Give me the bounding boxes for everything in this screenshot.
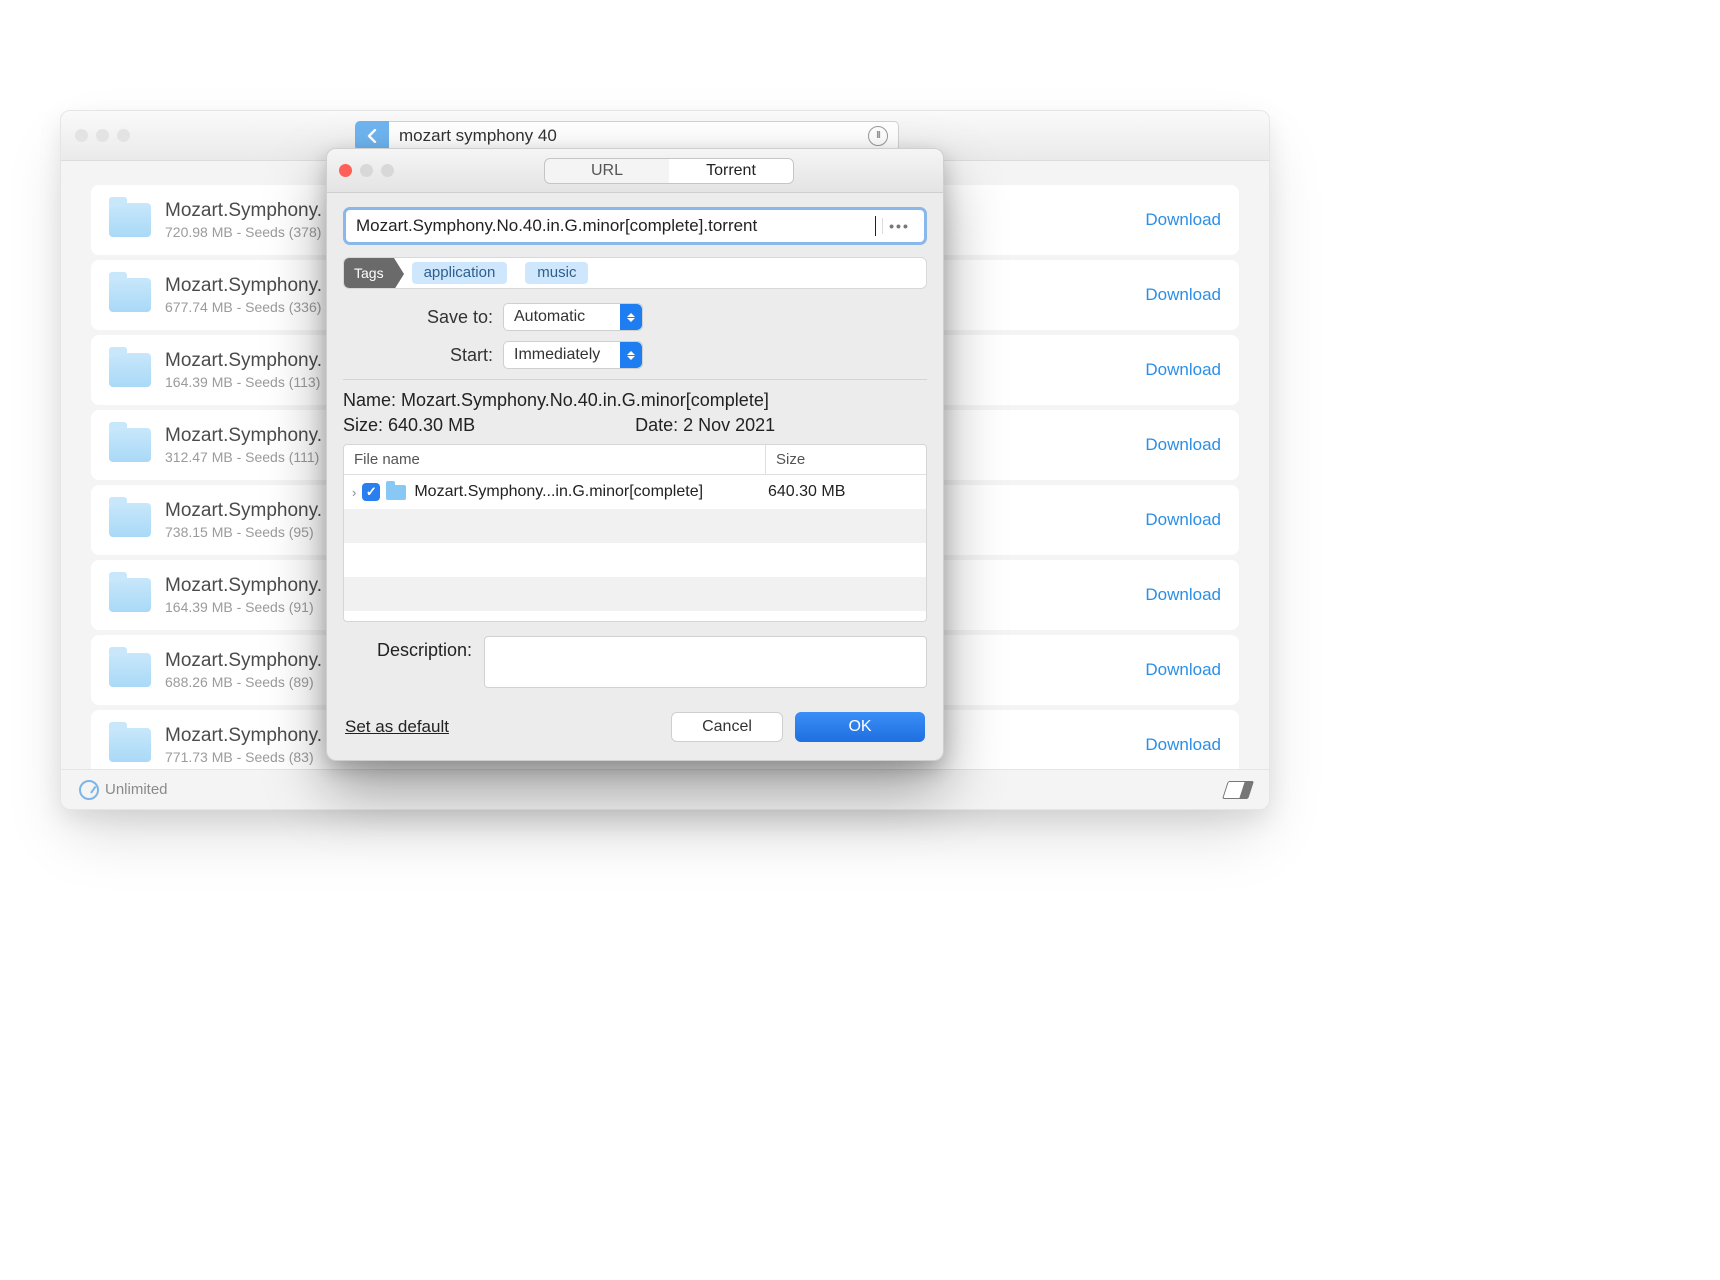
clear-button[interactable] (1222, 781, 1254, 799)
result-title: Mozart.Symphony. (165, 275, 322, 297)
browse-button[interactable]: ••• (882, 218, 916, 234)
download-link[interactable]: Download (1145, 210, 1221, 230)
start-value: Immediately (514, 346, 600, 364)
name-line: Name: Mozart.Symphony.No.40.in.G.minor[c… (343, 390, 927, 411)
download-link[interactable]: Download (1145, 660, 1221, 680)
set-default-link[interactable]: Set as default (345, 717, 449, 737)
start-select[interactable]: Immediately (503, 341, 643, 369)
description-label: Description: (377, 636, 472, 688)
folder-icon (109, 653, 151, 687)
download-link[interactable]: Download (1145, 735, 1221, 755)
save-to-value: Automatic (514, 308, 585, 326)
chevron-updown-icon (620, 304, 642, 330)
folder-icon (109, 503, 151, 537)
chevron-updown-icon (620, 342, 642, 368)
result-title: Mozart.Symphony. (165, 350, 322, 372)
main-footer: Unlimited (61, 769, 1269, 809)
ok-button[interactable]: OK (795, 712, 925, 742)
result-title: Mozart.Symphony. (165, 650, 322, 672)
folder-icon (109, 728, 151, 762)
close-dot-icon[interactable] (75, 129, 88, 142)
speed-label: Unlimited (105, 781, 168, 798)
tab-torrent[interactable]: Torrent (669, 159, 793, 183)
file-row-empty (344, 543, 926, 577)
download-link[interactable]: Download (1145, 360, 1221, 380)
folder-icon (109, 428, 151, 462)
result-subtitle: 738.15 MB - Seeds (95) (165, 524, 322, 540)
speed-status[interactable]: Unlimited (79, 780, 168, 800)
file-row[interactable]: › ✓ Mozart.Symphony...in.G.minor[complet… (344, 475, 926, 509)
tags-label: Tags (344, 258, 394, 288)
size-line: Size: 640.30 MB (343, 415, 475, 436)
close-dot-icon[interactable] (339, 164, 352, 177)
dialog-traffic-lights[interactable] (339, 164, 394, 177)
minimize-dot-icon[interactable] (96, 129, 109, 142)
traffic-lights[interactable] (75, 129, 130, 142)
divider (343, 379, 927, 380)
torrent-file-value: Mozart.Symphony.No.40.in.G.minor[complet… (356, 216, 876, 236)
chevron-left-icon (366, 129, 378, 143)
result-subtitle: 688.26 MB - Seeds (89) (165, 674, 322, 690)
start-label: Start: (403, 345, 493, 366)
zoom-dot-icon[interactable] (117, 129, 130, 142)
file-checkbox[interactable]: ✓ (362, 483, 380, 501)
result-subtitle: 720.98 MB - Seeds (378) (165, 224, 322, 240)
pause-icon[interactable]: II (868, 126, 888, 146)
result-subtitle: 677.74 MB - Seeds (336) (165, 299, 322, 315)
gauge-icon (79, 780, 99, 800)
source-segmented: URL Torrent (544, 158, 794, 184)
col-header-filename[interactable]: File name (344, 445, 766, 474)
date-line: Date: 2 Nov 2021 (635, 415, 775, 436)
result-title: Mozart.Symphony. (165, 425, 322, 447)
download-link[interactable]: Download (1145, 585, 1221, 605)
tag-chip[interactable]: music (525, 262, 588, 284)
folder-icon (109, 353, 151, 387)
tab-url[interactable]: URL (545, 159, 669, 183)
folder-icon (109, 278, 151, 312)
description-input[interactable] (484, 636, 927, 688)
result-title: Mozart.Symphony. (165, 200, 322, 222)
file-size: 640.30 MB (768, 483, 918, 501)
file-row-empty (344, 509, 926, 543)
dialog-titlebar: URL Torrent (327, 149, 943, 193)
save-to-select[interactable]: Automatic (503, 303, 643, 331)
tag-chip[interactable]: application (412, 262, 508, 284)
save-to-label: Save to: (403, 307, 493, 328)
folder-icon (109, 203, 151, 237)
back-button[interactable] (355, 121, 389, 151)
result-title: Mozart.Symphony. (165, 575, 322, 597)
tags-field[interactable]: Tags application music (343, 257, 927, 289)
file-table: File name Size › ✓ Mozart.Symphony...in.… (343, 444, 927, 622)
download-link[interactable]: Download (1145, 285, 1221, 305)
folder-icon (386, 485, 406, 500)
result-title: Mozart.Symphony. (165, 725, 322, 747)
result-subtitle: 164.39 MB - Seeds (113) (165, 374, 322, 390)
col-header-size[interactable]: Size (766, 445, 926, 474)
torrent-file-field[interactable]: Mozart.Symphony.No.40.in.G.minor[complet… (343, 207, 927, 245)
result-subtitle: 164.39 MB - Seeds (91) (165, 599, 322, 615)
file-name: Mozart.Symphony...in.G.minor[complete] (414, 483, 768, 501)
zoom-dot-icon (381, 164, 394, 177)
search-text: mozart symphony 40 (399, 126, 557, 146)
download-link[interactable]: Download (1145, 435, 1221, 455)
result-title: Mozart.Symphony. (165, 500, 322, 522)
folder-icon (109, 578, 151, 612)
chevron-right-icon[interactable]: › (352, 485, 356, 500)
search-input[interactable]: mozart symphony 40 II (389, 121, 899, 151)
result-subtitle: 312.47 MB - Seeds (111) (165, 449, 322, 465)
search-bar: mozart symphony 40 II (355, 121, 899, 151)
add-download-dialog: URL Torrent Mozart.Symphony.No.40.in.G.m… (326, 148, 944, 761)
cancel-button[interactable]: Cancel (671, 712, 783, 742)
dialog-body: Mozart.Symphony.No.40.in.G.minor[complet… (327, 193, 943, 696)
minimize-dot-icon (360, 164, 373, 177)
download-link[interactable]: Download (1145, 510, 1221, 530)
file-row-empty (344, 577, 926, 611)
dialog-footer: Set as default Cancel OK (327, 696, 943, 760)
result-subtitle: 771.73 MB - Seeds (83) (165, 749, 322, 765)
